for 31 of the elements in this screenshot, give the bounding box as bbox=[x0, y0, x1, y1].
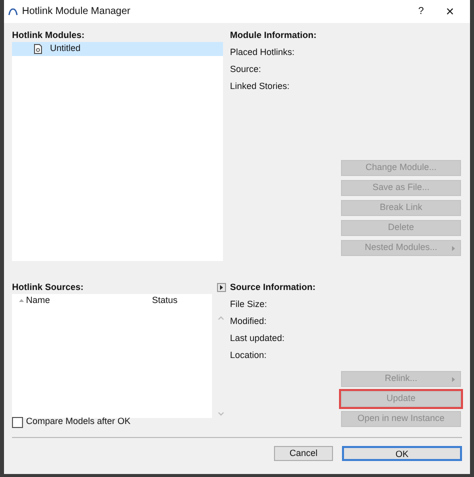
triangle-icon bbox=[218, 285, 224, 290]
window-title: Hotlink Module Manager bbox=[22, 5, 132, 19]
section-label: Hotlink Modules: bbox=[12, 30, 86, 41]
section-label: Hotlink Sources: bbox=[12, 282, 85, 293]
field-label: Location: bbox=[230, 350, 268, 361]
module-list[interactable]: Untitled bbox=[12, 42, 223, 261]
field-label: Modified: bbox=[230, 316, 268, 327]
checkbox[interactable] bbox=[12, 416, 23, 428]
app-icon bbox=[8, 8, 18, 16]
field-label: Source: bbox=[230, 64, 262, 75]
document-icon bbox=[34, 44, 42, 54]
checkbox-label: Compare Models after OK bbox=[26, 415, 131, 428]
field-label: File Size: bbox=[230, 299, 268, 310]
dialog-button[interactable]: OK bbox=[342, 446, 462, 461]
submenu-arrow-icon bbox=[452, 246, 455, 251]
field-label: Last updated: bbox=[230, 333, 286, 344]
list-item[interactable]: Untitled bbox=[12, 42, 223, 56]
scroll-up-icon bbox=[218, 316, 224, 320]
section-label: Source Information: bbox=[230, 282, 317, 293]
field-label: Linked Stories: bbox=[230, 81, 291, 92]
submenu-arrow-icon bbox=[452, 377, 455, 382]
column-header[interactable]: Status bbox=[152, 294, 212, 308]
help-button[interactable]: ? bbox=[408, 4, 434, 19]
field-label: Placed Hotlinks: bbox=[230, 47, 296, 58]
sort-arrow-icon bbox=[19, 299, 24, 302]
scroll-down-icon bbox=[218, 412, 224, 416]
dialog-button[interactable]: Cancel bbox=[274, 446, 333, 461]
close-button[interactable]: × bbox=[434, 1, 466, 22]
column-header[interactable]: Name bbox=[12, 294, 152, 308]
expand-toggle[interactable] bbox=[216, 283, 226, 292]
section-label: Module Information: bbox=[230, 30, 318, 41]
